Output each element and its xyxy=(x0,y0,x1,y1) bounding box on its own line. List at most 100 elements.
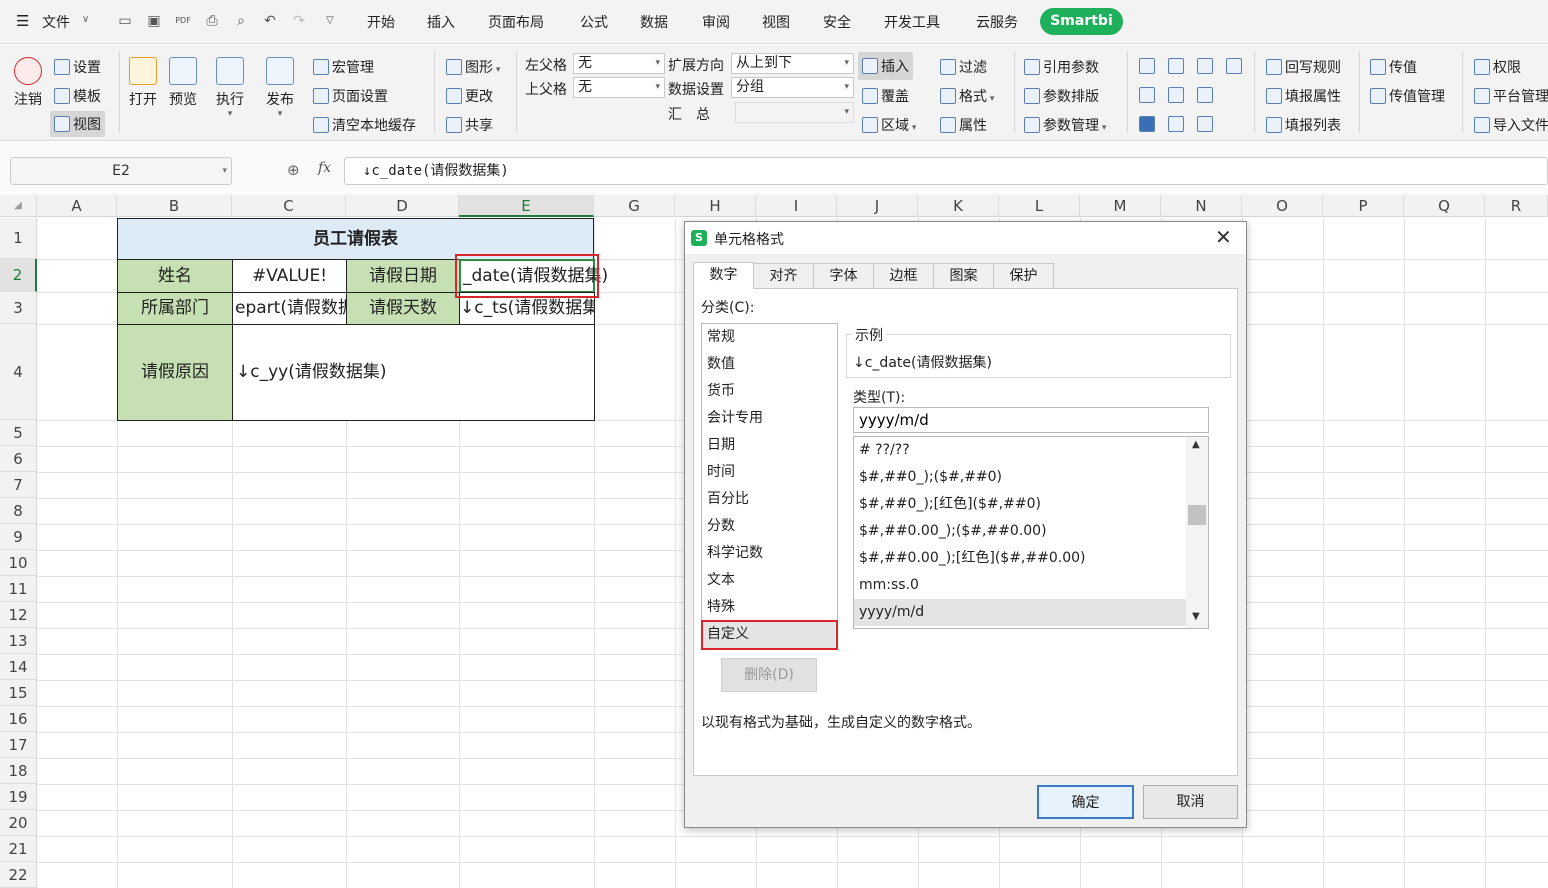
column-header[interactable]: K xyxy=(918,195,999,217)
publish-button[interactable]: 发布 ▾ xyxy=(262,57,298,119)
row-header[interactable]: 3 xyxy=(0,292,37,324)
column-header[interactable]: O xyxy=(1242,195,1323,217)
row-header[interactable]: 2 xyxy=(0,259,37,292)
column-header[interactable]: B xyxy=(117,195,232,217)
tab-number[interactable]: 数字 xyxy=(693,262,754,289)
execute-button[interactable]: 执行 ▾ xyxy=(212,57,248,119)
data-setting-select[interactable]: 分组 ▾ xyxy=(731,77,854,98)
top-parent-select[interactable]: 无 ▾ xyxy=(573,77,665,98)
tab-review[interactable]: 审阅 xyxy=(702,12,730,32)
writeback-rule-button[interactable]: 回写规则 xyxy=(1266,57,1341,77)
open-button[interactable]: 打开 xyxy=(126,57,160,109)
row-header[interactable]: 13 xyxy=(0,628,37,654)
chevron-up-icon[interactable]: ▲ xyxy=(1192,439,1200,450)
row-header[interactable]: 21 xyxy=(0,836,37,862)
column-header[interactable]: I xyxy=(756,195,837,217)
column-header[interactable]: Q xyxy=(1404,195,1485,217)
row-header[interactable]: 11 xyxy=(0,576,37,602)
param-manage-button[interactable]: 参数管理 ▾ xyxy=(1024,115,1106,135)
tab-page-layout[interactable]: 页面布局 xyxy=(488,12,544,32)
close-icon[interactable]: ✕ xyxy=(1215,225,1232,249)
column-header[interactable]: R xyxy=(1485,195,1548,217)
ref-param-button[interactable]: 引用参数 xyxy=(1024,57,1099,77)
tab-cloud[interactable]: 云服务 xyxy=(976,12,1018,32)
list-item[interactable]: $#,##0_);[红色]($#,##0) xyxy=(854,491,1186,518)
list-item[interactable]: 文本 xyxy=(702,567,835,594)
tab-smartbi[interactable]: Smartbi xyxy=(1040,8,1123,35)
row-header[interactable]: 7 xyxy=(0,472,37,498)
list-item[interactable]: # ??/?? xyxy=(854,437,1186,464)
tab-start[interactable]: 开始 xyxy=(367,12,395,32)
list-item[interactable]: 常规 xyxy=(702,324,835,351)
cancel-button[interactable]: 取消 xyxy=(1143,785,1238,819)
customize-icon[interactable]: ▽ xyxy=(322,13,338,29)
tab-pattern[interactable]: 图案 xyxy=(933,263,994,289)
row-header[interactable]: 20 xyxy=(0,810,37,836)
row-header[interactable]: 14 xyxy=(0,654,37,680)
platform-manage-button[interactable]: 平台管理 xyxy=(1474,86,1548,106)
list-item-selected[interactable]: yyyy/m/d xyxy=(854,599,1186,626)
region-button[interactable]: 区域 ▾ xyxy=(862,115,916,135)
text-control-icon[interactable] xyxy=(1197,116,1213,133)
resize-control-icon[interactable] xyxy=(1197,87,1213,104)
row-header[interactable]: 8 xyxy=(0,498,37,524)
row-header[interactable]: 22 xyxy=(0,862,37,888)
list-item[interactable]: 分数 xyxy=(702,513,835,540)
format-button[interactable]: 格式 ▾ xyxy=(940,86,994,106)
delete-button[interactable]: 删除(D) xyxy=(721,658,817,692)
list-item[interactable]: $#,##0_);($#,##0) xyxy=(854,464,1186,491)
table-control-icon[interactable] xyxy=(1139,87,1155,104)
expand-direction-select[interactable]: 从上到下 ▾ xyxy=(731,53,854,74)
list-control-icon[interactable] xyxy=(1226,58,1242,75)
list-item[interactable]: $#,##0.00_);[红色]($#,##0.00) xyxy=(854,545,1186,572)
tab-view[interactable]: 视图 xyxy=(762,12,790,32)
column-header[interactable]: J xyxy=(837,195,918,217)
pass-value-button[interactable]: 传值 xyxy=(1370,57,1417,77)
property-button[interactable]: 属性 xyxy=(940,115,987,135)
chart-button[interactable]: 图形 ▾ xyxy=(446,57,500,77)
list-item[interactable]: 特殊 xyxy=(702,594,835,621)
page-setup-button[interactable]: 页面设置 xyxy=(313,86,388,106)
column-header[interactable]: E xyxy=(459,195,594,217)
list-item[interactable]: mm:ss.0 xyxy=(854,572,1186,599)
redo-icon[interactable]: ↷ xyxy=(291,13,307,29)
list-item[interactable]: 日期 xyxy=(702,432,835,459)
column-header[interactable]: G xyxy=(594,195,675,217)
print-preview-icon[interactable]: ⌕ xyxy=(233,13,249,29)
type-input[interactable] xyxy=(853,407,1209,433)
chevron-down-icon[interactable]: ▼ xyxy=(1192,611,1200,622)
reason-value-cell[interactable]: ↓c_yy(请假数据集) xyxy=(232,324,595,421)
name-box[interactable]: E2 ▾ xyxy=(10,157,232,185)
share-button[interactable]: 共享 xyxy=(446,115,493,135)
list-item[interactable]: 会计专用 xyxy=(702,405,835,432)
dept-label-cell[interactable]: 所属部门 xyxy=(117,292,233,325)
edit-control-icon[interactable] xyxy=(1168,116,1184,133)
row-header[interactable]: 19 xyxy=(0,784,37,810)
name-value-cell[interactable]: #VALUE! xyxy=(232,259,347,293)
row-header[interactable]: 5 xyxy=(0,420,37,446)
view-button[interactable]: 视图 xyxy=(50,111,105,137)
zoom-icon[interactable]: ⊕ xyxy=(287,161,300,179)
column-header[interactable]: C xyxy=(232,195,346,217)
tab-developer[interactable]: 开发工具 xyxy=(884,12,940,32)
folder-icon[interactable]: ▭ xyxy=(117,13,133,29)
change-button[interactable]: 更改 xyxy=(446,86,493,106)
preview-button[interactable]: 预览 xyxy=(166,57,200,109)
formula-input[interactable]: ↓c_date(请假数据集) xyxy=(344,157,1548,185)
image-control-icon[interactable] xyxy=(1168,87,1184,104)
row-header[interactable]: 18 xyxy=(0,758,37,784)
tab-data[interactable]: 数据 xyxy=(640,12,668,32)
template-button[interactable]: 模板 xyxy=(54,86,101,106)
column-header[interactable]: N xyxy=(1161,195,1242,217)
tab-formula[interactable]: 公式 xyxy=(580,12,608,32)
category-list[interactable]: 常规 数值 货币 会计专用 日期 时间 百分比 分数 科学记数 文本 特殊 自定… xyxy=(701,323,838,650)
filter-button[interactable]: 过滤 xyxy=(940,57,987,77)
param-layout-button[interactable]: 参数排版 xyxy=(1024,86,1099,106)
list-item[interactable]: $#,##0.00_);($#,##0.00) xyxy=(854,518,1186,545)
textbox-control-icon[interactable] xyxy=(1197,58,1213,75)
column-header[interactable]: M xyxy=(1080,195,1161,217)
macro-button[interactable]: 宏管理 xyxy=(313,57,374,77)
pdf-icon[interactable]: PDF xyxy=(175,13,191,29)
tab-security[interactable]: 安全 xyxy=(823,12,851,32)
reason-label-cell[interactable]: 请假原因 xyxy=(117,324,233,421)
